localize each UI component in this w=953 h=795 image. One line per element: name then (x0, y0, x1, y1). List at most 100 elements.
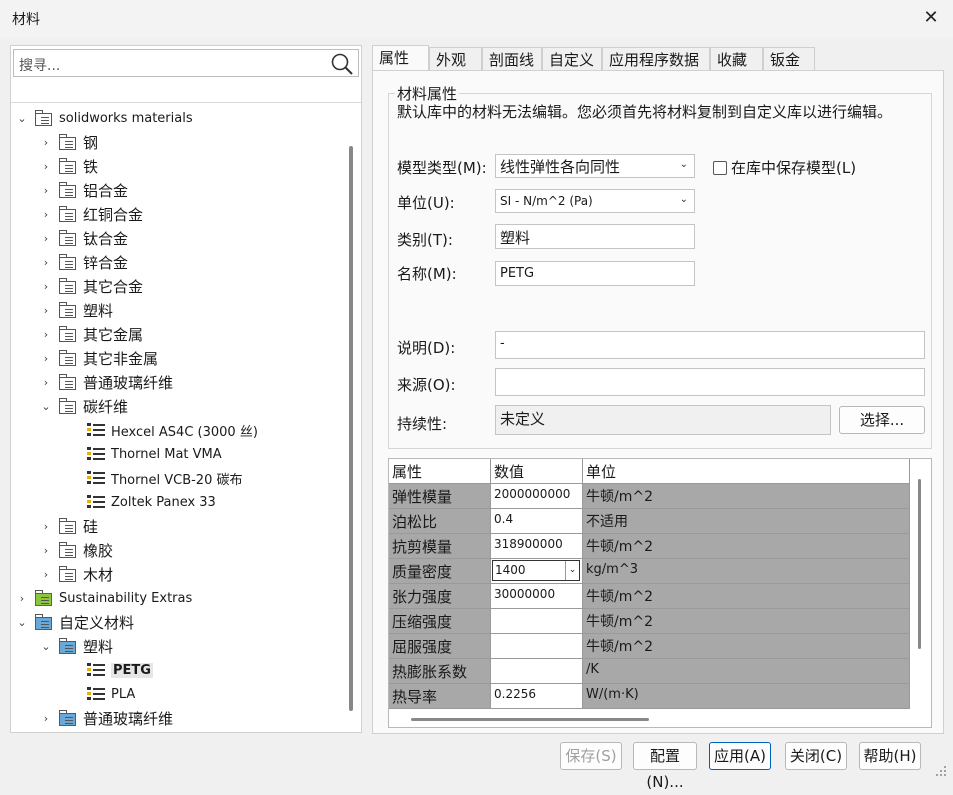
model-type-select[interactable]: 线性弹性各向同性 ⌄ (495, 154, 695, 178)
tab-4[interactable]: 应用程序数据 (602, 47, 710, 71)
property-value[interactable]: 0.2256 (491, 684, 583, 709)
property-value[interactable] (491, 634, 583, 659)
expand-chevron-icon[interactable]: › (39, 160, 53, 173)
tree-item[interactable]: ⌄ solidworks materials (15, 106, 193, 130)
tab-6[interactable]: 钣金 (763, 47, 815, 71)
tab-5[interactable]: 收藏 (710, 47, 763, 71)
tree-item[interactable]: Thornel Mat VMA (63, 442, 222, 466)
select-button[interactable]: 选择... (839, 406, 925, 434)
property-value[interactable]: 1400 ⌄ (491, 559, 583, 584)
tree-item[interactable]: PETG (63, 658, 153, 682)
units-select[interactable]: SI - N/m^2 (Pa) ⌄ (495, 189, 695, 213)
tree-item[interactable]: Zoltek Panex 33 (63, 490, 216, 514)
tree-item[interactable]: ⌄ 碳纤维 (39, 394, 128, 418)
tree-item[interactable]: Hexcel AS4C (3000 丝) (63, 418, 258, 442)
tab-3[interactable]: 自定义 (542, 47, 602, 71)
tree-item[interactable]: › 其它合金 (39, 274, 143, 298)
source-field[interactable] (495, 368, 925, 396)
tree-item[interactable]: › Sustainability Extras (15, 586, 192, 610)
table-vertical-scrollbar[interactable] (918, 479, 921, 649)
collapse-chevron-icon[interactable]: ⌄ (15, 112, 29, 125)
collapse-chevron-icon[interactable]: ⌄ (39, 640, 53, 653)
expand-chevron-icon[interactable]: › (39, 208, 53, 221)
property-value[interactable]: 0.4 (491, 509, 583, 534)
property-value[interactable] (491, 659, 583, 684)
tree-item[interactable]: › 橡胶 (39, 538, 113, 562)
model-type-value: 线性弹性各向同性 (500, 158, 621, 176)
tree-item[interactable]: › 普通玻璃纤维 (39, 706, 173, 730)
expand-chevron-icon[interactable]: › (39, 232, 53, 245)
tree-scrollbar[interactable] (349, 146, 353, 711)
expand-chevron-icon[interactable]: › (39, 304, 53, 317)
search-icon[interactable] (330, 52, 354, 76)
expand-chevron-icon[interactable]: › (39, 328, 53, 341)
apply-button[interactable]: 应用(A) (709, 742, 771, 770)
expand-chevron-icon[interactable]: › (15, 592, 29, 605)
expand-chevron-icon[interactable]: › (39, 256, 53, 269)
tree-item[interactable]: › 钛合金 (39, 226, 128, 250)
help-button[interactable]: 帮助(H) (859, 742, 921, 770)
expand-chevron-icon[interactable]: › (39, 376, 53, 389)
expand-chevron-icon[interactable]: › (39, 568, 53, 581)
expand-chevron-icon[interactable]: › (39, 136, 53, 149)
property-name: 质量密度 (389, 559, 491, 584)
tree-item[interactable]: ⌄ 塑料 (39, 634, 113, 658)
table-horizontal-scrollbar[interactable] (411, 718, 649, 721)
tree-item[interactable]: › 锌合金 (39, 250, 128, 274)
tree-item[interactable]: PLA (63, 682, 135, 706)
tree-item-label: Hexcel AS4C (3000 丝) (111, 424, 258, 440)
tree-item[interactable]: › 铁 (39, 154, 98, 178)
tree-item[interactable]: › 红铜合金 (39, 202, 143, 226)
close-icon[interactable]: ✕ (921, 8, 941, 28)
tree-item[interactable]: › 塑料 (39, 298, 113, 322)
title-bar: 材料 ✕ (0, 0, 953, 38)
search-box[interactable]: 搜寻... (13, 49, 359, 77)
tree-item-label: 红铜合金 (83, 205, 144, 224)
property-value[interactable]: 30000000 (491, 584, 583, 609)
tree-item[interactable]: › 硅 (39, 514, 98, 538)
collapse-chevron-icon[interactable]: ⌄ (15, 616, 29, 629)
tree-item-label: 钛合金 (83, 229, 129, 248)
expand-chevron-icon[interactable]: › (39, 520, 53, 533)
expand-chevron-icon[interactable]: › (39, 280, 53, 293)
tab-0[interactable]: 属性 (372, 45, 429, 71)
tab-1[interactable]: 外观 (429, 47, 482, 71)
material-icon (87, 470, 105, 486)
tree-item[interactable]: › 木材 (39, 562, 113, 586)
tree-item[interactable]: Thornel VCB-20 碳布 (63, 466, 243, 490)
expand-chevron-icon[interactable]: › (39, 544, 53, 557)
expand-chevron-icon[interactable]: › (39, 184, 53, 197)
tree-item[interactable]: › 铝合金 (39, 178, 128, 202)
expand-chevron-icon[interactable]: › (39, 352, 53, 365)
property-unit: 牛顿/m^2 (583, 584, 910, 609)
property-value[interactable]: 318900000 (491, 534, 583, 559)
checkbox-box[interactable] (713, 160, 727, 175)
property-value[interactable]: 2000000000 (491, 484, 583, 509)
save-button[interactable]: 保存(S) (560, 742, 622, 770)
value-combo-input[interactable]: 1400 ⌄ (492, 560, 580, 581)
table-row: 泊松比 0.4 不适用 (389, 509, 910, 534)
tree-item[interactable]: › 钢 (39, 130, 98, 154)
resize-grip-icon[interactable] (935, 765, 947, 777)
category-field[interactable]: 塑料 (495, 224, 695, 249)
property-unit: 牛顿/m^2 (583, 634, 910, 659)
collapse-chevron-icon[interactable]: ⌄ (39, 400, 53, 413)
tree-item[interactable]: ⌄ 自定义材料 (15, 610, 134, 634)
save-model-checkbox[interactable]: 在库中保存模型(L) (713, 157, 856, 178)
expand-chevron-icon[interactable]: › (39, 712, 53, 725)
property-value[interactable] (491, 609, 583, 634)
config-button[interactable]: 配置(N)... (633, 742, 697, 791)
tree-item-label: Thornel Mat VMA (111, 446, 222, 462)
close-button[interactable]: 关闭(C) (785, 742, 847, 770)
tree-item[interactable]: › 其它金属 (39, 322, 143, 346)
source-label: 来源(O): (397, 376, 456, 394)
tab-2[interactable]: 剖面线 (482, 47, 542, 71)
tree-item[interactable]: › 普通玻璃纤维 (39, 370, 173, 394)
description-field[interactable]: - (495, 331, 925, 359)
category-label: 类别(T): (397, 231, 453, 249)
chevron-down-icon[interactable]: ⌄ (565, 561, 579, 580)
name-field[interactable]: PETG (495, 261, 695, 286)
search-input[interactable]: 搜寻... (19, 55, 60, 75)
property-table: 属性 数值 单位 弹性模量 2000000000 牛顿/m^2 泊松比 0.4 不适用 抗剪… (388, 458, 932, 728)
tree-item[interactable]: › 其它非金属 (39, 346, 158, 370)
